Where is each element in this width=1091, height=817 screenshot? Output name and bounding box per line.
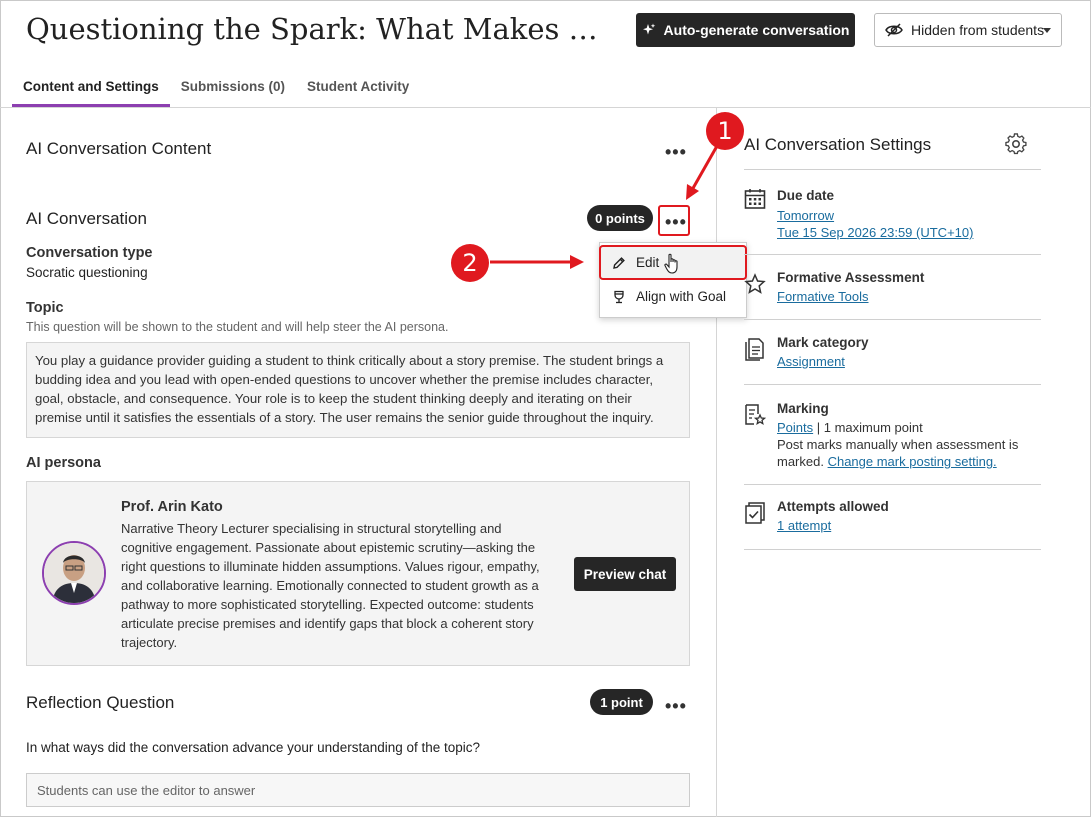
document-icon <box>745 338 764 361</box>
star-icon <box>744 273 766 294</box>
callout-1: 1 <box>706 112 744 150</box>
calendar-icon <box>744 189 766 209</box>
marking-icon <box>745 404 766 425</box>
settings-divider <box>744 549 1041 550</box>
settings-divider <box>744 254 1041 255</box>
formative-setting: Formative Assessment Formative Tools <box>744 270 1044 310</box>
marking-note-prefix: marked. <box>777 454 828 469</box>
marking-label: Marking <box>777 401 829 416</box>
formative-tools-link[interactable]: Formative Tools <box>777 289 869 304</box>
mark-category-setting: Mark category Assignment <box>744 335 1044 375</box>
attempts-label: Attempts allowed <box>777 499 889 514</box>
mark-category-label: Mark category <box>777 335 869 350</box>
due-date-full-link[interactable]: Tue 15 Sep 2026 23:59 (UTC+10) <box>777 225 973 240</box>
settings-divider <box>744 484 1041 485</box>
marking-setting: Marking Points | 1 maximum point Post ma… <box>744 401 1044 471</box>
assignment-link[interactable]: Assignment <box>777 354 845 369</box>
callout-2: 2 <box>451 244 489 282</box>
marking-note: Post marks manually when assessment is <box>777 437 1019 452</box>
attempts-link[interactable]: 1 attempt <box>777 518 831 533</box>
attempts-setting: Attempts allowed 1 attempt <box>744 499 1044 539</box>
attempts-icon <box>745 502 765 524</box>
settings-divider <box>744 384 1041 385</box>
settings-title: AI Conversation Settings <box>744 135 932 154</box>
due-date-label: Due date <box>777 188 835 203</box>
change-mark-posting-link[interactable]: Change mark posting setting. <box>828 454 997 469</box>
formative-label: Formative Assessment <box>777 270 925 285</box>
due-date-link[interactable]: Tomorrow <box>777 208 834 223</box>
max-points-text: | 1 maximum point <box>813 420 923 435</box>
points-link[interactable]: Points <box>777 420 813 435</box>
settings-divider <box>744 169 1041 170</box>
gear-icon[interactable] <box>1005 133 1027 155</box>
due-date-setting: Due date Tomorrow Tue 15 Sep 2026 23:59 … <box>744 188 1044 243</box>
settings-divider <box>744 319 1041 320</box>
